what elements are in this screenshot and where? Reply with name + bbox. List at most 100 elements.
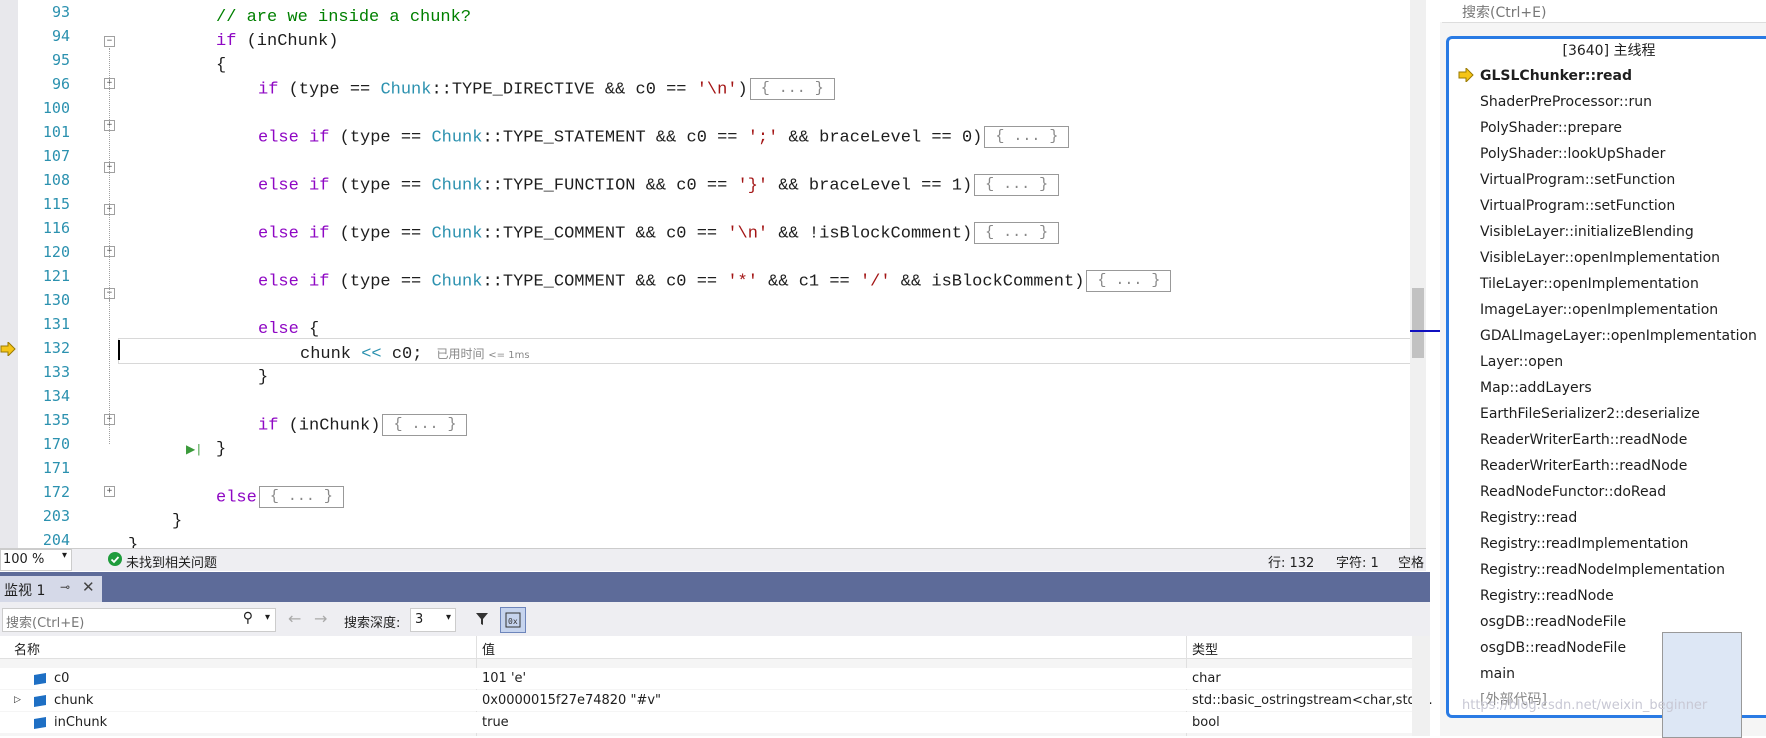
code-line: chunk << c0; 已用时间 <= 1ms [300,345,530,364]
code-line: else { [258,320,320,339]
line-number: 100 [42,99,70,117]
search-depth-label: 搜索深度: [344,616,401,631]
call-stack-frame[interactable]: VisibleLayer::initializeBlending [1480,220,1694,244]
call-stack-frame[interactable]: PolyShader::lookUpShader [1480,142,1665,166]
hex-display-icon[interactable]: 0x [500,607,526,633]
call-stack-frame[interactable]: Registry::readNode [1480,584,1614,608]
code-map-thumbnail[interactable] [1662,632,1742,738]
collapsed-block[interactable]: { ... } [749,78,835,100]
watch-row[interactable]: c0 101 'e' char [0,668,1412,689]
watch-var-value[interactable]: 101 'e' [482,668,526,689]
watch-var-name: c0 [54,671,70,686]
call-stack-frame[interactable]: Map::addLayers [1480,376,1592,400]
editor-status-bar: 100 % ▾ 未找到相关问题 行: 132 字符: 1 空格 [0,548,1426,571]
call-stack-frame[interactable]: ShaderPreProcessor::run [1480,90,1652,114]
line-number: 135 [42,411,70,429]
watermark: https://blog.csdn.net/weixin_beginner [1462,698,1708,713]
tab-watch-1[interactable]: 监视 1 ⊸ ✕ [0,576,102,602]
back-arrow-icon[interactable]: ← [288,609,301,628]
code-line: } [216,440,227,459]
collapsed-block[interactable]: { ... } [974,222,1060,244]
fold-toggle-icon[interactable]: + [104,486,115,497]
watch-var-type: std::basic_ostringstream<char,std:... [1192,693,1433,708]
watch-row[interactable]: inChunk true bool [0,712,1412,733]
line-number: 101 [42,123,70,141]
issues-status[interactable]: 未找到相关问题 [126,552,217,571]
watch-column-header: 名称 值 类型 [0,636,1412,659]
char-indicator[interactable]: 字符: 1 [1336,552,1379,571]
call-stack-frame[interactable]: PolyShader::prepare [1480,116,1622,140]
watch-var-name: chunk [54,693,94,708]
collapsed-block[interactable]: { ... } [974,174,1060,196]
code-line: else if (type == Chunk::TYPE_COMMENT && … [258,270,1172,294]
line-number: 121 [42,267,70,285]
dropdown-icon: ▾ [445,612,451,623]
line-number: 170 [42,435,70,453]
watch-var-value[interactable]: 0x0000015f27e74820 "#v" [482,690,661,711]
code-editor[interactable]: 93 94 95 96 100 101 107 108 115 116 120 121 130 131 13… [0,0,1450,560]
call-stack-frame[interactable]: EarthFileSerializer2::deserialize [1480,402,1700,426]
column-type[interactable]: 类型 [1192,639,1218,658]
run-to-click-icon[interactable]: ▶| [186,438,202,462]
call-stack-frame[interactable]: main [1480,662,1515,686]
callstack-search-input[interactable]: 搜索(Ctrl+E) [1442,0,1766,23]
call-stack-frame[interactable]: Registry::readImplementation [1480,532,1688,556]
line-number: 171 [42,459,70,477]
call-stack-frame[interactable]: ReaderWriterEarth::readNode [1480,428,1687,452]
call-stack-frame[interactable]: Layer::open [1480,350,1563,374]
call-stack-frame[interactable]: osgDB::readNodeFile [1480,636,1626,660]
search-depth-select[interactable]: 3 ▾ [410,608,456,632]
watch-vertical-scrollbar[interactable] [1412,636,1430,736]
search-icon[interactable]: ⚲ [243,610,253,626]
collapsed-block[interactable]: { ... } [984,126,1070,148]
call-stack-frame[interactable]: VirtualProgram::setFunction [1480,194,1675,218]
call-stack-frame[interactable]: TileLayer::openImplementation [1480,272,1699,296]
dropdown-icon: ▾ [61,550,67,561]
code-line: else{ ... } [216,486,344,510]
dropdown-icon[interactable]: ▾ [265,612,270,623]
watch-var-value[interactable]: true [482,712,509,733]
zoom-select[interactable]: 100 % ▾ [0,549,72,571]
close-icon[interactable]: ✕ [82,578,95,596]
line-number: 131 [42,315,70,333]
line-number: 96 [51,75,70,93]
indicator-margin[interactable] [0,0,18,560]
line-indicator[interactable]: 行: 132 [1268,552,1314,571]
code-line: else if (type == Chunk::TYPE_COMMENT && … [258,222,1060,246]
call-stack-frame[interactable]: ReaderWriterEarth::readNode [1480,454,1687,478]
line-number: 203 [42,507,70,525]
expand-triangle-icon[interactable]: ▷ [14,690,21,711]
watch-panel-titlebar [0,572,1430,602]
filter-icon[interactable] [474,610,492,628]
watch-search-input[interactable]: 搜索(Ctrl+E) ⚲ ▾ [2,608,276,632]
call-stack-frame[interactable]: Registry::readNodeImplementation [1480,558,1725,582]
whitespace-indicator[interactable]: 空格 [1398,552,1424,571]
collapsed-block[interactable]: { ... } [258,486,344,508]
pin-icon[interactable]: ⊸ [60,580,70,594]
call-stack-frame[interactable]: VirtualProgram::setFunction [1480,168,1675,192]
variable-icon [34,694,46,708]
fold-toggle-icon[interactable]: − [104,36,115,47]
column-name[interactable]: 名称 [14,639,40,658]
check-circle-icon [108,552,122,570]
scrollbar-thumb[interactable] [1412,288,1424,358]
variable-icon [34,716,46,730]
call-stack-frame[interactable]: Registry::read [1480,506,1577,530]
forward-arrow-icon[interactable]: → [314,609,327,628]
line-number: 115 [42,195,70,213]
call-stack-frame[interactable]: VisibleLayer::openImplementation [1480,246,1720,270]
current-frame-arrow-icon [1458,66,1474,86]
line-number: 172 [42,483,70,501]
call-stack-frame[interactable]: ImageLayer::openImplementation [1480,298,1718,322]
collapsed-block[interactable]: { ... } [382,414,468,436]
call-stack-frame[interactable]: GDALImageLayer::openImplementation [1480,324,1757,348]
collapsed-block[interactable]: { ... } [1086,270,1172,292]
vertical-scrollbar[interactable] [1410,0,1426,548]
line-number: 107 [42,147,70,165]
call-stack-frame[interactable]: osgDB::readNodeFile [1480,610,1626,634]
column-value[interactable]: 值 [482,639,495,658]
watch-row[interactable]: ▷ chunk 0x0000015f27e74820 "#v" std::bas… [0,690,1433,711]
call-stack-frame[interactable]: GLSLChunker::read [1480,64,1632,88]
line-number: 94 [51,27,70,45]
call-stack-frame[interactable]: ReadNodeFunctor::doRead [1480,480,1666,504]
